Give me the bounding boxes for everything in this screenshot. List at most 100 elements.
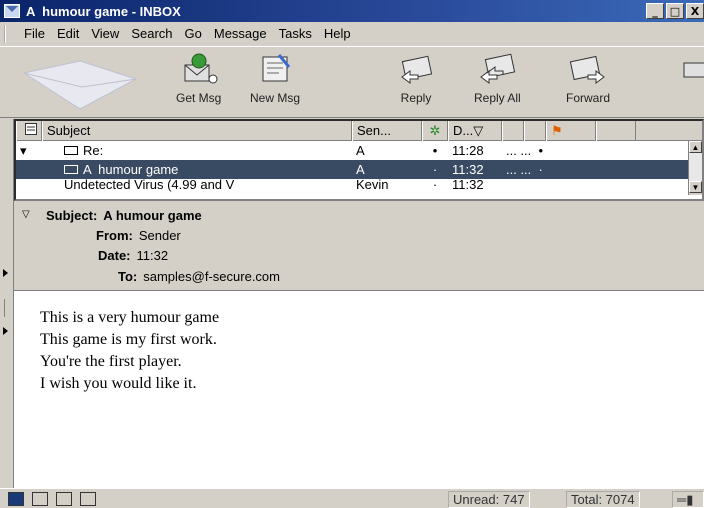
column-subject[interactable]: Subject (42, 121, 352, 141)
new-msg-button[interactable]: New Msg (250, 51, 300, 105)
column-extra[interactable] (596, 121, 636, 141)
subject-row: Subject: A humour game (46, 208, 202, 223)
thread-subject-cell: A humour game (42, 160, 352, 179)
junk-status-icon[interactable]: ✲ (422, 121, 448, 141)
row-time: 11:32 (452, 162, 484, 177)
new-msg-icon (262, 54, 291, 82)
reply-button[interactable]: Reply (396, 51, 436, 105)
maximize-button[interactable]: □ (666, 3, 684, 19)
new-msg-label: New Msg (250, 91, 301, 105)
row-extra: ... ... • (506, 143, 544, 158)
to-label: To: (118, 269, 138, 284)
thread-scrollbar[interactable]: ▲ ▼ (688, 141, 702, 195)
menu-view[interactable]: View (85, 22, 125, 46)
menu-message[interactable]: Message (208, 22, 273, 46)
subject-label: Subject: (46, 208, 98, 223)
scroll-up-icon[interactable]: ▲ (689, 141, 702, 153)
window-controls: _ □ X (646, 3, 704, 19)
thread-subject-cell: Re: (42, 141, 352, 160)
navigator-icon[interactable] (8, 491, 24, 506)
forward-icon (569, 55, 605, 84)
menu-go[interactable]: Go (179, 22, 208, 46)
get-msg-button[interactable]: Get Msg (176, 51, 221, 105)
body-line: This is a very humour game (40, 309, 220, 326)
reply-all-label: Reply All (474, 91, 521, 105)
reply-all-icon (480, 53, 516, 84)
flag-icon[interactable]: ⚑ (546, 121, 596, 141)
thread-row[interactable]: Undetected Virus (4.99 and V Kevin · 11:… (16, 179, 702, 193)
mail-icon[interactable] (32, 491, 48, 506)
minimize-button[interactable]: _ (646, 3, 664, 19)
message-header: ▽ Subject: A humour game From: Sender Da… (14, 205, 704, 289)
total-count: Total: 7074 (566, 491, 640, 508)
reply-all-button[interactable]: Reply All (474, 51, 521, 105)
subject-value: A humour game (103, 208, 202, 223)
composer-icon[interactable] (56, 491, 72, 506)
body-line: You're the first player. (40, 353, 182, 370)
status-bar: Unread: 747 Total: 7074 ═▮ (0, 488, 704, 508)
column-status[interactable] (524, 121, 546, 141)
expand-arrow-icon[interactable] (3, 269, 8, 277)
scroll-track[interactable] (689, 153, 702, 181)
row-time: 11:28 (452, 143, 484, 158)
left-pane-splitter[interactable] (0, 119, 14, 488)
window-title: A humour game - INBOX (26, 3, 181, 19)
row-junk: • (432, 143, 438, 158)
row-junk: · (432, 179, 438, 192)
more-toolbar-button[interactable] (676, 51, 704, 91)
forward-button[interactable]: Forward (566, 51, 610, 105)
scroll-down-icon[interactable]: ▼ (689, 181, 702, 193)
toolbar: Get Msg New Msg Reply Reply All Forward (0, 46, 704, 118)
menu-tasks[interactable]: Tasks (273, 22, 318, 46)
thread-column-picker-icon[interactable] (16, 121, 42, 141)
row-spacer (16, 179, 42, 193)
expand-arrow-icon[interactable] (3, 327, 8, 335)
thread-toggle-icon[interactable]: ▾ (16, 141, 42, 160)
from-label: From: (96, 228, 133, 243)
to-row: To: samples@f-secure.com (118, 269, 280, 284)
date-value: 11:32 (136, 248, 169, 263)
close-button[interactable]: X (686, 3, 704, 19)
reply-icon (401, 55, 433, 84)
menu-edit[interactable]: Edit (51, 22, 85, 46)
mail-icon (64, 165, 78, 175)
address-book-icon[interactable] (80, 491, 96, 506)
print-icon (683, 62, 704, 78)
body-line: I wish you would like it. (40, 375, 197, 392)
column-date[interactable]: D...▽ (448, 121, 502, 141)
row-sender: A (356, 143, 365, 158)
row-subject: Re: (83, 143, 104, 158)
row-extra: ... ... · (506, 162, 543, 177)
grip-line (4, 299, 6, 317)
menubar-grip[interactable] (4, 25, 14, 43)
title-bar: A humour game - INBOX _ □ X (0, 0, 704, 22)
get-msg-icon (184, 53, 218, 84)
menu-search[interactable]: Search (125, 22, 178, 46)
body-line: This game is my first work. (40, 331, 217, 348)
menu-bar: File Edit View Search Go Message Tasks H… (0, 22, 704, 46)
thread-row-selected[interactable]: A humour game A · 11:32 ... ... · (16, 160, 702, 179)
from-value[interactable]: Sender (139, 228, 181, 243)
menu-help[interactable]: Help (318, 22, 357, 46)
message-body[interactable]: This is a very humour game This game is … (14, 290, 704, 488)
row-sender: A (356, 162, 365, 177)
collapse-header-icon[interactable]: ▽ (22, 209, 30, 220)
menu-file[interactable]: File (18, 22, 51, 46)
column-unread[interactable] (502, 121, 524, 141)
envelope-logo-icon (22, 60, 138, 110)
column-sender[interactable]: Sen... (352, 121, 422, 141)
mail-icon (64, 146, 78, 156)
forward-label: Forward (566, 91, 611, 105)
thread-row[interactable]: ▾ Re: A • 11:28 ... ... • (16, 141, 702, 160)
to-value[interactable]: samples@f-secure.com (143, 269, 280, 284)
row-time: 11:32 (452, 179, 484, 192)
row-sender: Kevin (356, 179, 389, 192)
get-msg-label: Get Msg (176, 91, 222, 105)
online-status-icon[interactable]: ═▮ (672, 491, 704, 508)
thread-header: Subject Sen... ✲ D...▽ ⚑ (16, 121, 702, 141)
date-row: Date: 11:32 (98, 248, 168, 263)
from-row: From: Sender (96, 228, 181, 243)
date-label: Date: (98, 248, 131, 263)
row-subject: A humour game (83, 162, 179, 177)
mail-app-icon (4, 4, 20, 18)
